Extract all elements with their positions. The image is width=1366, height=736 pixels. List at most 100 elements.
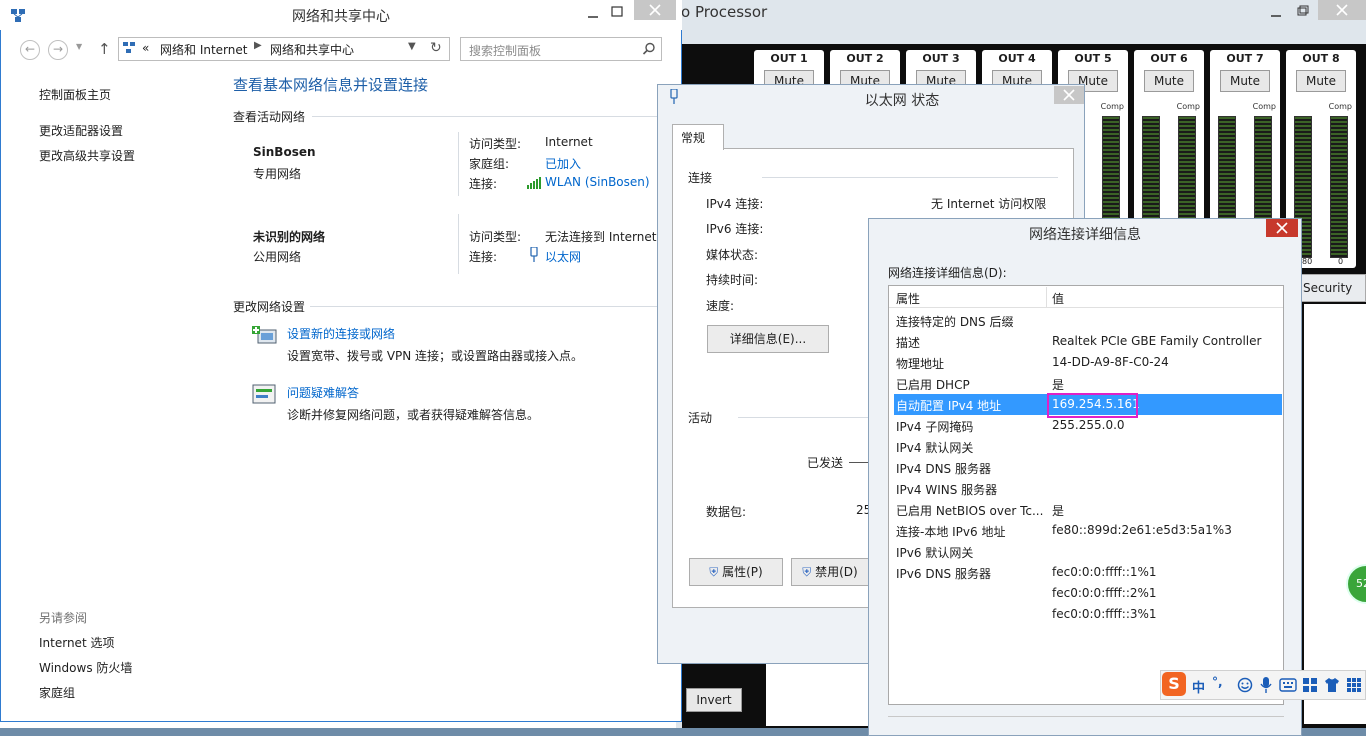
property-name[interactable]: 已启用 NetBIOS over Tc... [896,502,1043,519]
address-dropdown[interactable]: ▼ [408,41,416,52]
property-name[interactable]: 描述 [896,334,920,351]
ime-punctuation-toggle[interactable]: °, [1212,675,1223,689]
property-name[interactable]: IPv4 默认网关 [896,439,973,456]
wlan-connection-link[interactable]: WLAN (SinBosen) [545,175,650,189]
change-adapter-settings-link[interactable]: 更改适配器设置 [39,122,123,139]
property-name[interactable]: IPv4 WINS 服务器 [896,481,997,498]
ethernet-icon [530,247,538,262]
access-type-value: Internet [545,135,593,149]
access-type-label: 访问类型: [469,137,522,151]
back-button[interactable]: ← [20,40,40,60]
security-tab[interactable]: Security [1298,274,1366,302]
close-icon [1063,89,1075,101]
keyboard-icon[interactable] [1279,678,1297,692]
close-icon [1336,4,1348,16]
microphone-icon[interactable] [1259,676,1273,694]
close-button[interactable] [1266,219,1298,237]
network-type-link[interactable]: 专用网络 [253,165,301,182]
property-name[interactable]: IPv4 子网掩码 [896,418,973,435]
network-icon [123,42,135,53]
channel-label: OUT 6 [1150,52,1188,65]
property-name-selected[interactable]: 自动配置 IPv4 地址 [896,397,1001,414]
divider [888,716,1284,717]
property-name[interactable]: 连接-本地 IPv6 地址 [896,523,1005,540]
setup-new-connection-desc: 设置宽带、拨号或 VPN 连接；或设置路由器或接入点。 [287,349,584,363]
homegroup-joined-link[interactable]: 已加入 [545,155,581,172]
network-type-link[interactable]: 公用网络 [253,248,301,265]
property-value: fec0:0:0:ffff::3%1 [1052,607,1157,621]
divider [762,177,1058,178]
property-value: 是 [1052,378,1065,392]
highlight-box [1047,393,1138,418]
ime-language-toggle[interactable]: 中 [1192,677,1205,696]
property-value: 255.255.0.0 [1052,418,1125,432]
history-dropdown[interactable]: ▼ [76,42,82,51]
mute-button[interactable]: Mute [1296,70,1346,92]
windows-firewall-link[interactable]: Windows 防火墙 [39,659,132,676]
mute-button[interactable]: Mute [1144,70,1194,92]
search-icon[interactable] [642,42,656,56]
tab-general[interactable]: 常规 [672,124,724,150]
sogou-logo-icon[interactable]: S [1162,672,1186,696]
refresh-button[interactable]: ↻ [430,40,442,56]
connection-label: 连接: [469,250,498,264]
dialog-title: 网络连接详细信息 [1029,227,1141,243]
channel-value: 0 [1338,257,1344,266]
minimize-icon[interactable] [1264,6,1288,20]
column-divider[interactable] [1046,287,1047,307]
section-connection: 连接 [688,171,713,185]
homegroup-link[interactable]: 家庭组 [39,684,75,701]
invert-button[interactable]: Invert [686,688,742,712]
troubleshoot-link[interactable]: 问题疑难解答 [287,384,359,401]
arrow-left-icon: ← [24,42,36,56]
property-name[interactable]: IPv6 DNS 服务器 [896,565,991,582]
ethernet-connection-link[interactable]: 以太网 [545,248,581,265]
forward-button[interactable]: → [48,40,68,60]
breadcrumb-network-internet[interactable]: 网络和 Internet [160,41,247,58]
restore-icon[interactable] [1290,3,1314,19]
processor-close-button[interactable] [1318,0,1366,20]
maximize-icon[interactable] [610,5,624,19]
processor-panel [1304,304,1366,724]
setup-new-connection-link[interactable]: 设置新的连接或网络 [287,325,395,342]
emoji-icon[interactable] [1237,677,1253,693]
window-title: 网络和共享中心 [292,9,390,25]
property-value: 14-DD-A9-8F-C0-24 [1052,355,1169,369]
internet-options-link[interactable]: Internet 选项 [39,634,114,651]
close-button[interactable] [634,0,676,20]
channel-label: OUT 5 [1074,52,1112,65]
control-panel-home-link[interactable]: 控制面板主页 [39,86,111,103]
media-state-label: 媒体状态: [706,248,759,262]
column-header-property[interactable]: 属性 [896,290,920,307]
search-input[interactable]: 搜索控制面板 [460,37,662,61]
connection-label: 连接: [469,177,498,191]
disable-button[interactable]: ⛨ 禁用(D) [791,558,869,586]
column-header-value[interactable]: 值 [1052,290,1064,307]
mute-button[interactable]: Mute [1220,70,1270,92]
skin-shirt-icon[interactable] [1323,677,1341,693]
details-button[interactable]: 详细信息(E)... [707,325,829,353]
property-name[interactable]: 连接特定的 DNS 后缀 [896,313,1013,330]
change-advanced-sharing-link[interactable]: 更改高级共享设置 [39,147,135,164]
ipv4-label: IPv4 连接: [706,197,764,211]
arrow-up-icon: ↑ [98,40,111,58]
property-value: fec0:0:0:ffff::2%1 [1052,586,1157,600]
property-name[interactable]: IPv4 DNS 服务器 [896,460,991,477]
comp-label: Comp [1252,102,1276,111]
network-name: 未识别的网络 [253,230,326,244]
property-name[interactable]: IPv6 默认网关 [896,544,973,561]
up-button[interactable]: ↑ [98,40,111,58]
property-name[interactable]: 物理地址 [896,355,944,372]
properties-button[interactable]: ⛨ 属性(P) [689,558,783,586]
property-name[interactable]: 已启用 DHCP [896,376,970,393]
breadcrumb-root[interactable]: « [142,41,149,55]
tools-icon[interactable] [1302,677,1318,693]
processor-panel [766,664,876,726]
minimize-icon[interactable] [586,9,600,19]
refresh-icon: ↻ [430,40,442,56]
close-button[interactable] [1054,86,1084,104]
grid-menu-icon[interactable] [1346,677,1362,693]
property-value: fec0:0:0:ffff::1%1 [1052,565,1157,579]
breadcrumb-current[interactable]: 网络和共享中心 [270,41,354,58]
divider [458,214,459,274]
